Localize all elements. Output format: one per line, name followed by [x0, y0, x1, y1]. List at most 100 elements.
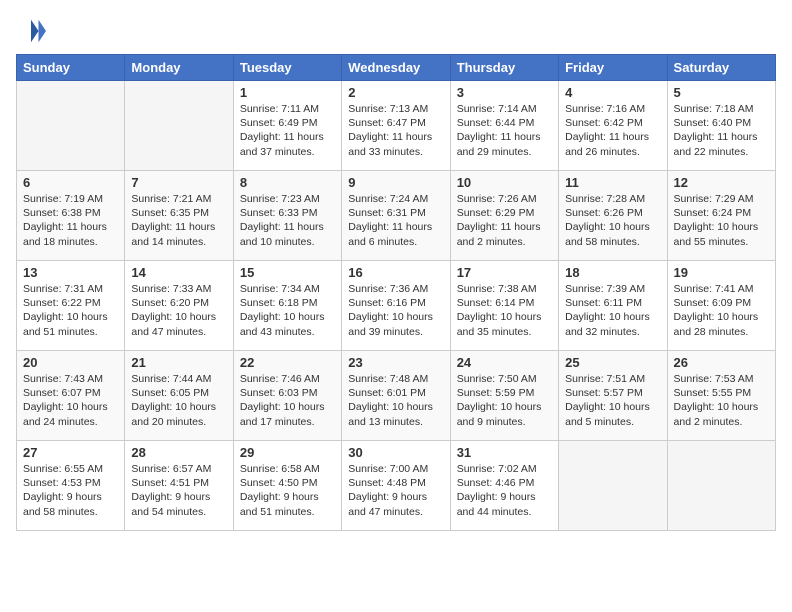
- calendar-cell: 6 Sunrise: 7:19 AM Sunset: 6:38 PM Daylig…: [17, 171, 125, 261]
- day-detail: Sunrise: 7:16 AM Sunset: 6:42 PM Dayligh…: [565, 102, 660, 159]
- calendar-cell: 12Sunrise: 7:29 AM Sunset: 6:24 PM Dayli…: [667, 171, 775, 261]
- day-number: 7: [131, 175, 226, 190]
- calendar-cell: 16 Sunrise: 7:36 AM Sunset: 6:16 PM Dayli…: [342, 261, 450, 351]
- day-number: 8: [240, 175, 335, 190]
- weekday-header-cell: Saturday: [667, 55, 775, 81]
- day-detail: Sunrise: 7:51 AM Sunset: 5:57 PM Dayligh…: [565, 372, 660, 429]
- day-detail: Sunrise: 7:11 AM Sunset: 6:49 PM Dayligh…: [240, 102, 335, 159]
- calendar-cell: 18 Sunrise: 7:39 AM Sunset: 6:11 PM Dayli…: [559, 261, 667, 351]
- day-detail: Sunrise: 6:57 AM Sunset: 4:51 PM Dayligh…: [131, 462, 226, 519]
- day-detail: Sunrise: 7:23 AM Sunset: 6:33 PM Dayligh…: [240, 192, 335, 249]
- day-number: 11: [565, 175, 660, 190]
- day-detail: Sunrise: 7:43 AM Sunset: 6:07 PM Dayligh…: [23, 372, 118, 429]
- day-number: 27: [23, 445, 118, 460]
- day-number: 5: [674, 85, 769, 100]
- calendar-week-row: 6 Sunrise: 7:19 AM Sunset: 6:38 PM Daylig…: [17, 171, 776, 261]
- day-detail: Sunrise: 7:26 AM Sunset: 6:29 PM Dayligh…: [457, 192, 552, 249]
- calendar-cell: 1 Sunrise: 7:11 AM Sunset: 6:49 PM Daylig…: [233, 81, 341, 171]
- day-detail: Sunrise: 7:19 AM Sunset: 6:38 PM Dayligh…: [23, 192, 118, 249]
- calendar-week-row: 20 Sunrise: 7:43 AM Sunset: 6:07 PM Dayli…: [17, 351, 776, 441]
- day-number: 14: [131, 265, 226, 280]
- calendar-cell: 5 Sunrise: 7:18 AM Sunset: 6:40 PM Daylig…: [667, 81, 775, 171]
- day-number: 10: [457, 175, 552, 190]
- day-detail: Sunrise: 7:46 AM Sunset: 6:03 PM Dayligh…: [240, 372, 335, 429]
- day-detail: Sunrise: 6:58 AM Sunset: 4:50 PM Dayligh…: [240, 462, 335, 519]
- day-number: 9: [348, 175, 443, 190]
- day-number: 26: [674, 355, 769, 370]
- day-number: 3: [457, 85, 552, 100]
- calendar-cell: 7 Sunrise: 7:21 AM Sunset: 6:35 PM Daylig…: [125, 171, 233, 261]
- day-detail: Sunrise: 7:44 AM Sunset: 6:05 PM Dayligh…: [131, 372, 226, 429]
- logo-icon: [16, 16, 46, 46]
- day-detail: Sunrise: 7:33 AM Sunset: 6:20 PM Dayligh…: [131, 282, 226, 339]
- day-number: 4: [565, 85, 660, 100]
- calendar-cell: 2 Sunrise: 7:13 AM Sunset: 6:47 PM Daylig…: [342, 81, 450, 171]
- day-number: 22: [240, 355, 335, 370]
- weekday-header-row: SundayMondayTuesdayWednesdayThursdayFrid…: [17, 55, 776, 81]
- calendar-cell: [17, 81, 125, 171]
- day-detail: Sunrise: 7:41 AM Sunset: 6:09 PM Dayligh…: [674, 282, 769, 339]
- weekday-header-cell: Monday: [125, 55, 233, 81]
- calendar-cell: [667, 441, 775, 531]
- day-number: 23: [348, 355, 443, 370]
- day-detail: Sunrise: 7:00 AM Sunset: 4:48 PM Dayligh…: [348, 462, 443, 519]
- logo: [16, 16, 50, 46]
- day-detail: Sunrise: 7:39 AM Sunset: 6:11 PM Dayligh…: [565, 282, 660, 339]
- calendar-week-row: 13 Sunrise: 7:31 AM Sunset: 6:22 PM Dayli…: [17, 261, 776, 351]
- weekday-header-cell: Wednesday: [342, 55, 450, 81]
- day-number: 25: [565, 355, 660, 370]
- calendar-cell: 8 Sunrise: 7:23 AM Sunset: 6:33 PM Daylig…: [233, 171, 341, 261]
- day-number: 1: [240, 85, 335, 100]
- day-detail: Sunrise: 7:21 AM Sunset: 6:35 PM Dayligh…: [131, 192, 226, 249]
- day-number: 6: [23, 175, 118, 190]
- day-number: 15: [240, 265, 335, 280]
- day-number: 30: [348, 445, 443, 460]
- calendar-cell: 20 Sunrise: 7:43 AM Sunset: 6:07 PM Dayli…: [17, 351, 125, 441]
- calendar-cell: 19 Sunrise: 7:41 AM Sunset: 6:09 PM Dayli…: [667, 261, 775, 351]
- calendar-cell: 13 Sunrise: 7:31 AM Sunset: 6:22 PM Dayli…: [17, 261, 125, 351]
- calendar-cell: 17 Sunrise: 7:38 AM Sunset: 6:14 PM Dayli…: [450, 261, 558, 351]
- calendar-cell: 26 Sunrise: 7:53 AM Sunset: 5:55 PM Dayli…: [667, 351, 775, 441]
- day-detail: Sunrise: 7:38 AM Sunset: 6:14 PM Dayligh…: [457, 282, 552, 339]
- day-detail: Sunrise: 7:18 AM Sunset: 6:40 PM Dayligh…: [674, 102, 769, 159]
- day-number: 13: [23, 265, 118, 280]
- calendar-cell: 21Sunrise: 7:44 AM Sunset: 6:05 PM Dayli…: [125, 351, 233, 441]
- calendar-cell: 9Sunrise: 7:24 AM Sunset: 6:31 PM Daylig…: [342, 171, 450, 261]
- day-detail: Sunrise: 7:31 AM Sunset: 6:22 PM Dayligh…: [23, 282, 118, 339]
- calendar-cell: 15 Sunrise: 7:34 AM Sunset: 6:18 PM Dayli…: [233, 261, 341, 351]
- day-detail: Sunrise: 7:14 AM Sunset: 6:44 PM Dayligh…: [457, 102, 552, 159]
- day-number: 29: [240, 445, 335, 460]
- day-number: 24: [457, 355, 552, 370]
- day-number: 16: [348, 265, 443, 280]
- day-number: 20: [23, 355, 118, 370]
- calendar-cell: 31Sunrise: 7:02 AM Sunset: 4:46 PM Dayli…: [450, 441, 558, 531]
- calendar-week-row: 27Sunrise: 6:55 AM Sunset: 4:53 PM Dayli…: [17, 441, 776, 531]
- day-number: 12: [674, 175, 769, 190]
- calendar-cell: 29 Sunrise: 6:58 AM Sunset: 4:50 PM Dayli…: [233, 441, 341, 531]
- day-number: 18: [565, 265, 660, 280]
- day-detail: Sunrise: 7:13 AM Sunset: 6:47 PM Dayligh…: [348, 102, 443, 159]
- weekday-header-cell: Thursday: [450, 55, 558, 81]
- day-detail: Sunrise: 7:50 AM Sunset: 5:59 PM Dayligh…: [457, 372, 552, 429]
- weekday-header-cell: Friday: [559, 55, 667, 81]
- calendar-cell: [559, 441, 667, 531]
- calendar-cell: [125, 81, 233, 171]
- day-number: 17: [457, 265, 552, 280]
- day-number: 2: [348, 85, 443, 100]
- day-number: 19: [674, 265, 769, 280]
- day-detail: Sunrise: 7:36 AM Sunset: 6:16 PM Dayligh…: [348, 282, 443, 339]
- day-detail: Sunrise: 7:48 AM Sunset: 6:01 PM Dayligh…: [348, 372, 443, 429]
- day-number: 31: [457, 445, 552, 460]
- calendar-cell: 22 Sunrise: 7:46 AM Sunset: 6:03 PM Dayli…: [233, 351, 341, 441]
- calendar-cell: 23 Sunrise: 7:48 AM Sunset: 6:01 PM Dayli…: [342, 351, 450, 441]
- calendar-cell: 14 Sunrise: 7:33 AM Sunset: 6:20 PM Dayli…: [125, 261, 233, 351]
- day-detail: Sunrise: 7:28 AM Sunset: 6:26 PM Dayligh…: [565, 192, 660, 249]
- calendar-body: 1 Sunrise: 7:11 AM Sunset: 6:49 PM Daylig…: [17, 81, 776, 531]
- day-detail: Sunrise: 7:53 AM Sunset: 5:55 PM Dayligh…: [674, 372, 769, 429]
- calendar-cell: 4 Sunrise: 7:16 AM Sunset: 6:42 PM Daylig…: [559, 81, 667, 171]
- header: [16, 16, 776, 46]
- weekday-header-cell: Tuesday: [233, 55, 341, 81]
- calendar-cell: 30 Sunrise: 7:00 AM Sunset: 4:48 PM Dayli…: [342, 441, 450, 531]
- day-detail: Sunrise: 7:34 AM Sunset: 6:18 PM Dayligh…: [240, 282, 335, 339]
- calendar-table: SundayMondayTuesdayWednesdayThursdayFrid…: [16, 54, 776, 531]
